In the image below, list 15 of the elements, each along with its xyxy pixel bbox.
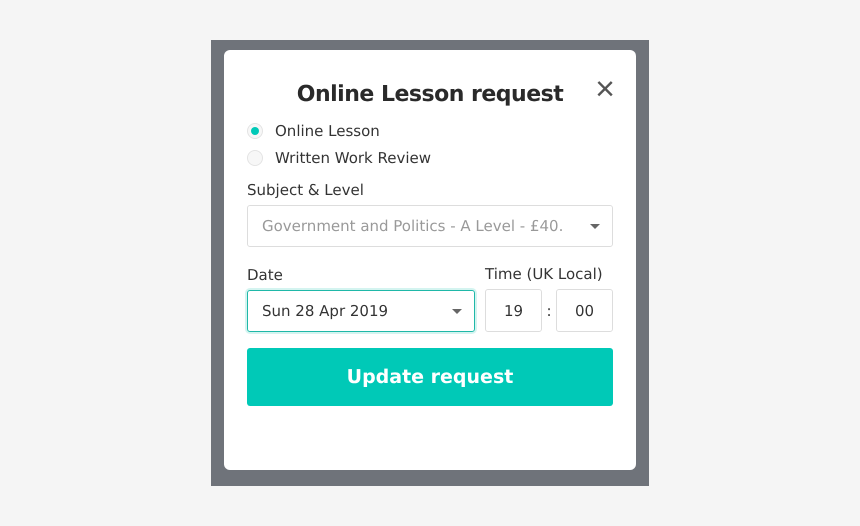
radio-button[interactable] — [247, 123, 263, 139]
radio-label: Online Lesson — [275, 122, 380, 140]
time-separator: : — [546, 302, 552, 320]
radio-button[interactable] — [247, 150, 263, 166]
caret-icon — [590, 224, 600, 228]
dialog-title: Online Lesson request — [296, 82, 564, 106]
date-dropdown[interactable]: Sun 28 Apr 2019 — [247, 290, 475, 332]
radio-label: Written Work Review — [275, 149, 432, 167]
close-button[interactable]: × — [595, 74, 615, 104]
minute-field[interactable]: 00 — [556, 289, 613, 332]
hour-field[interactable]: 19 — [485, 289, 542, 332]
field-label: Subject & Level — [247, 181, 365, 199]
caret-icon — [452, 308, 462, 314]
field-label: Time (UK Local) — [485, 265, 604, 283]
field-label: Date — [247, 266, 284, 284]
